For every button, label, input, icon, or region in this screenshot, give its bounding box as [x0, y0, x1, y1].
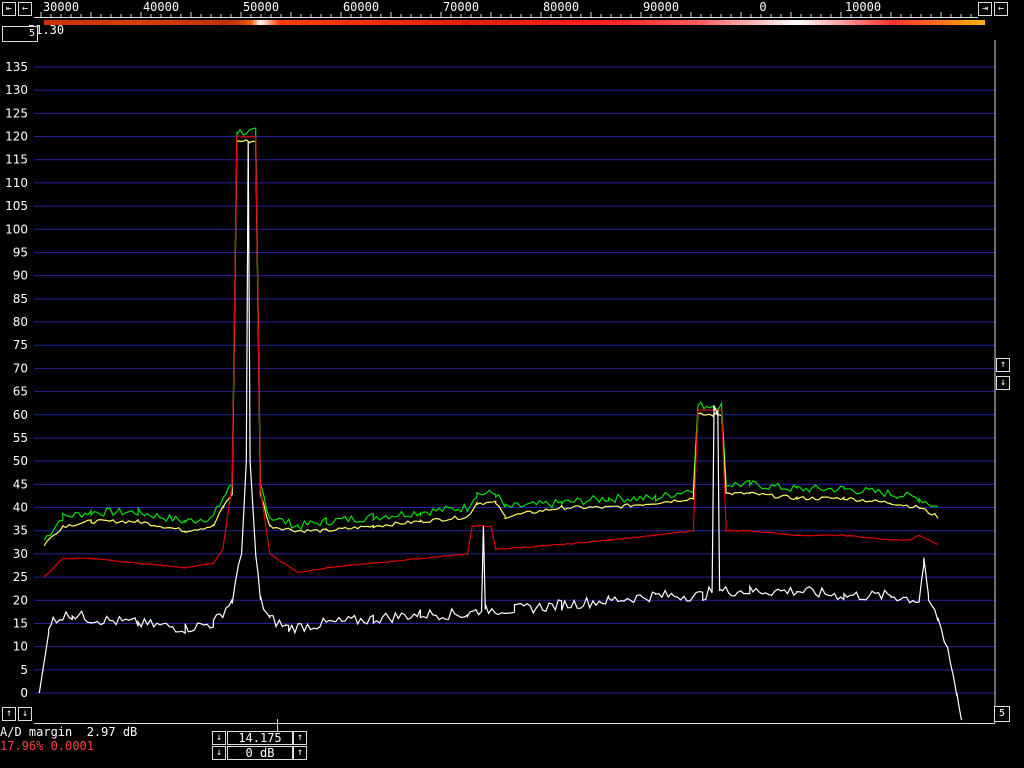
footer-divider: [34, 723, 995, 724]
waterfall-strip: [44, 20, 985, 25]
gain-up-icon[interactable]: ↑: [293, 746, 307, 760]
y-tick-label: 45: [13, 477, 28, 491]
gain-value-box[interactable]: 0 dB: [227, 746, 293, 760]
y-tick-label: 50: [13, 454, 28, 468]
stats-text: 17.96% 0.0001: [0, 739, 94, 753]
freq-label-9: 10000: [844, 0, 882, 14]
y-tick-label: 120: [5, 130, 28, 144]
freq-value-box[interactable]: 14.175: [227, 731, 293, 745]
step-right-icon[interactable]: ←: [994, 2, 1008, 16]
y-tick-label: 100: [5, 222, 28, 236]
freq-label-7: 90000: [642, 0, 680, 14]
y-tick-label: 40: [13, 501, 28, 515]
y-tick-label: 105: [5, 199, 28, 213]
center-marker: [277, 719, 278, 731]
y-tick-label: 130: [5, 83, 28, 97]
freq-label-1: 30000: [42, 0, 80, 14]
freq-label-2: 40000: [142, 0, 180, 14]
y-tick-label: 75: [13, 338, 28, 352]
y-tick-label: 90: [13, 269, 28, 283]
ad-margin-text: A/D margin 2.97 dB: [0, 725, 138, 739]
freq-label-4: 60000: [342, 0, 380, 14]
freq-up-icon[interactable]: ↑: [293, 731, 307, 745]
y-tick-label: 110: [5, 176, 28, 190]
y-tick-label: 25: [13, 570, 28, 584]
series-white: [38, 141, 963, 721]
freq-label-6: 80000: [542, 0, 580, 14]
series-green: [43, 127, 939, 541]
freq-label-5: 70000: [442, 0, 480, 14]
y-tick-label: 55: [13, 431, 28, 445]
scroll-left-icon[interactable]: ⇤: [2, 2, 16, 16]
y-tick-label: 125: [5, 106, 28, 120]
frequency-scale[interactable]: 30000 40000 50000 60000 70000 80000 9000…: [34, 0, 978, 18]
freq-label-8: 0: [759, 0, 767, 14]
zoom-up-icon[interactable]: ↑: [996, 358, 1010, 372]
y-tick-label: 30: [13, 547, 28, 561]
bottom-right-box[interactable]: 5: [994, 706, 1010, 722]
y-tick-label: 95: [13, 245, 28, 259]
y-tick-label: 0: [20, 686, 28, 700]
y-tick-label: 15: [13, 616, 28, 630]
freq-down-icon[interactable]: ↓: [212, 731, 226, 745]
step-left-icon[interactable]: ←: [18, 2, 32, 16]
zoom-down-icon[interactable]: ↓: [996, 376, 1010, 390]
y-tick-label: 10: [13, 640, 28, 654]
y-tick-label: 20: [13, 593, 28, 607]
series-red: [43, 135, 939, 578]
scroll-right-icon[interactable]: ⇥: [978, 2, 992, 16]
spectrum-chart: 0 5 10 15 20 25 30 35 40 45 50 55 60 65 70 75 80 85 90 95 10…: [5, 40, 996, 723]
offset-up-icon[interactable]: ↑: [2, 707, 16, 721]
y-tick-label: 5: [20, 663, 28, 677]
y-tick-label: 115: [5, 153, 28, 167]
y-tick-label: 135: [5, 60, 28, 74]
freq-label-3: 50000: [242, 0, 280, 14]
y-tick-label: 35: [13, 524, 28, 538]
y-tick-label: 65: [13, 385, 28, 399]
y-tick-label: 70: [13, 361, 28, 375]
y-tick-label: 80: [13, 315, 28, 329]
offset-down-icon[interactable]: ↓: [18, 707, 32, 721]
y-tick-label: 85: [13, 292, 28, 306]
y-tick-label: 60: [13, 408, 28, 422]
gain-down-icon[interactable]: ↓: [212, 746, 226, 760]
